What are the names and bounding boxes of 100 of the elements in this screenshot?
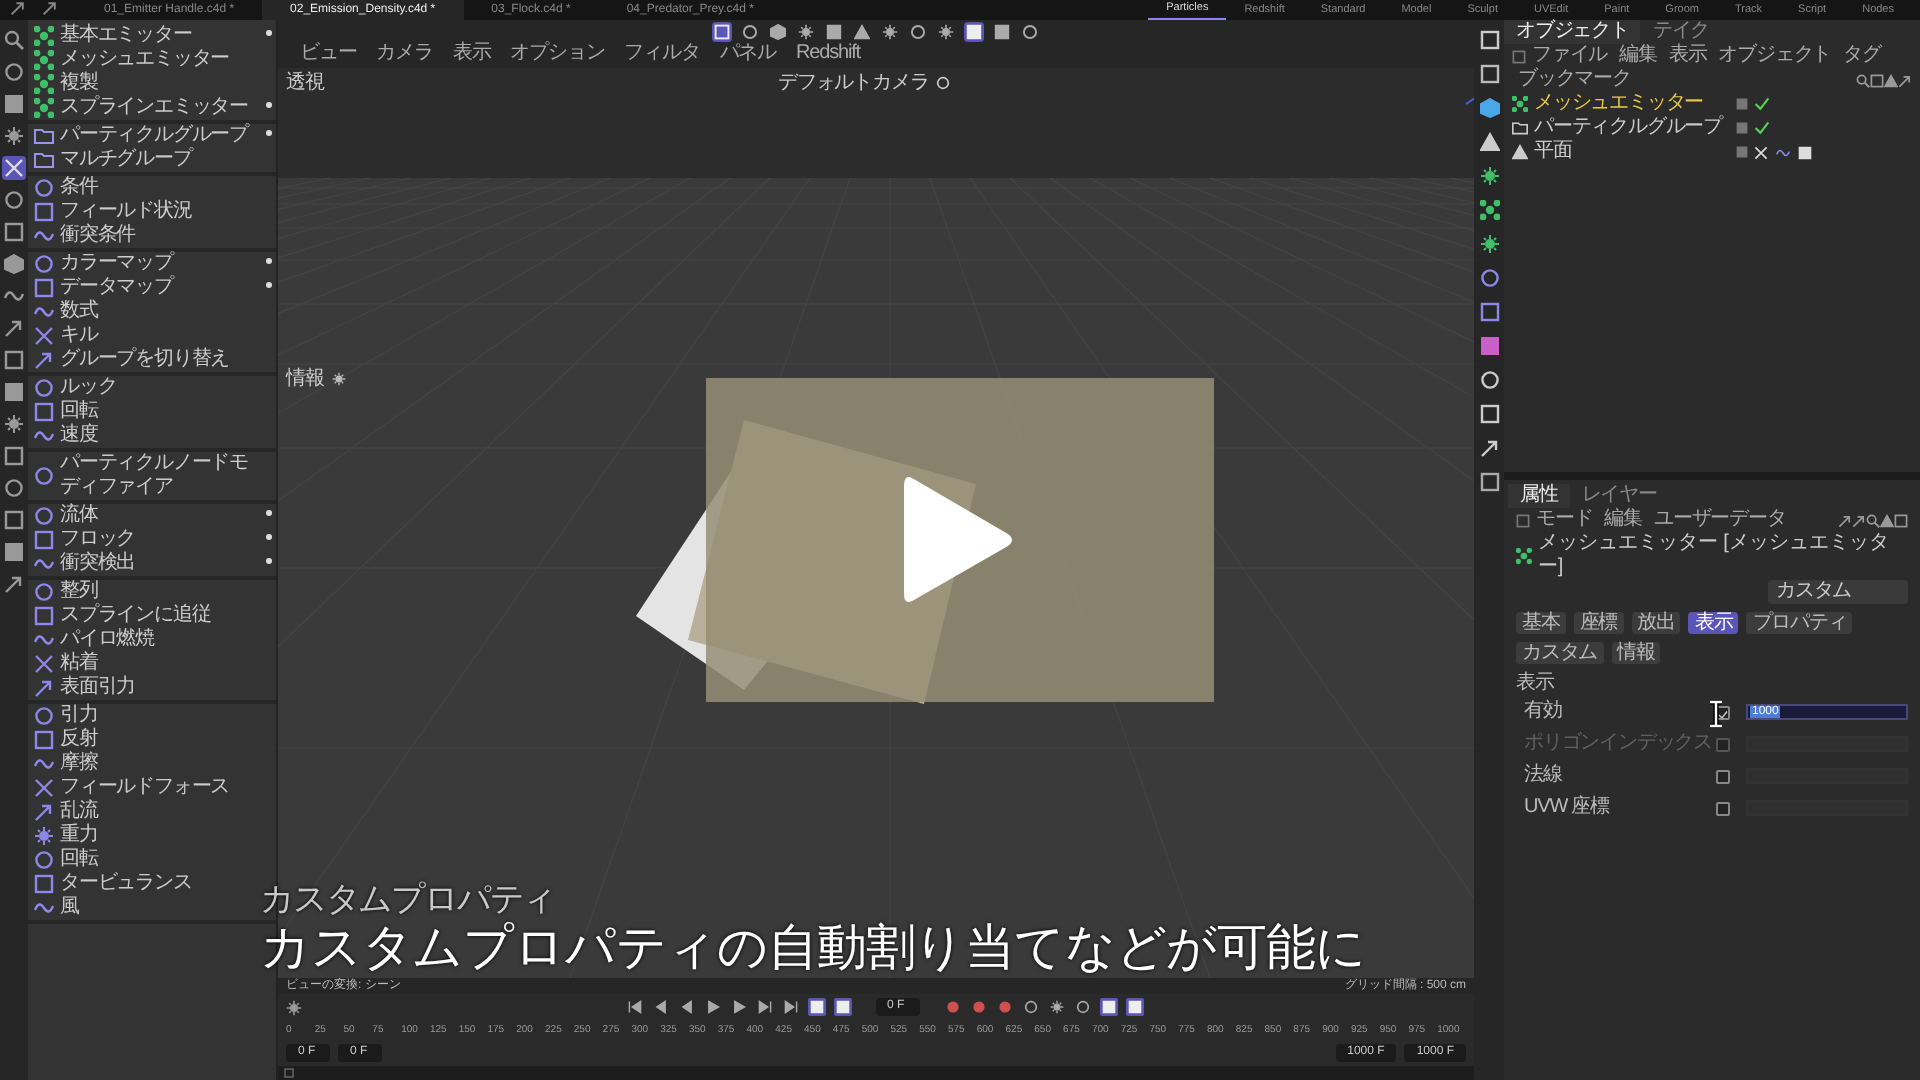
- tool-button[interactable]: [2, 412, 26, 436]
- menu-item[interactable]: 回転: [28, 848, 276, 872]
- key-button[interactable]: [1021, 998, 1039, 1016]
- menu-item[interactable]: データマップ: [28, 276, 276, 300]
- tool-button[interactable]: [2, 348, 26, 372]
- object-tool-button[interactable]: [1477, 368, 1501, 392]
- tool-button[interactable]: [2, 508, 26, 532]
- view-menu-item[interactable]: オプション: [500, 42, 615, 66]
- view-menu-item[interactable]: ビュー: [290, 42, 367, 66]
- panel-menu-item[interactable]: ユーザーデータ: [1648, 508, 1792, 532]
- menu-item[interactable]: ルック: [28, 376, 276, 400]
- page-tab[interactable]: 放出: [1631, 612, 1681, 634]
- checkbox[interactable]: [1716, 801, 1730, 815]
- object-name[interactable]: 平面: [1534, 140, 1730, 164]
- object-tool-button[interactable]: [1477, 62, 1501, 86]
- menu-item[interactable]: 反射: [28, 728, 276, 752]
- panel-tab[interactable]: レイヤー: [1569, 484, 1669, 508]
- panel-menu-item[interactable]: 編集: [1613, 44, 1663, 68]
- object-tool-button[interactable]: [1477, 470, 1501, 494]
- view-tool-button[interactable]: [908, 22, 928, 42]
- menu-item[interactable]: 複製: [28, 72, 276, 96]
- menu-item[interactable]: 摩擦: [28, 752, 276, 776]
- menu-item[interactable]: 粘着: [28, 652, 276, 676]
- view-menu-item[interactable]: カメラ: [366, 42, 443, 66]
- checkbox[interactable]: [1716, 769, 1730, 783]
- menu-item[interactable]: 数式: [28, 300, 276, 324]
- menu-item[interactable]: 引力: [28, 704, 276, 728]
- panel-menu-item[interactable]: ブックマーク: [1512, 68, 1637, 92]
- menu-item[interactable]: 速度: [28, 424, 276, 448]
- key-button[interactable]: [1047, 998, 1065, 1016]
- view-tool-button[interactable]: [880, 22, 900, 42]
- object-tool-button[interactable]: [1477, 28, 1501, 52]
- tool-button[interactable]: [2, 60, 26, 84]
- panel-menu-item[interactable]: オブジェクト: [1712, 44, 1838, 68]
- view-tool-button[interactable]: [740, 22, 760, 42]
- transport-button[interactable]: [729, 998, 747, 1016]
- menu-item[interactable]: 表面引力: [28, 676, 276, 700]
- play-button[interactable]: [706, 378, 1214, 702]
- transport-button[interactable]: [625, 998, 643, 1016]
- tool-button[interactable]: [2, 572, 26, 596]
- page-tab[interactable]: プロパティ: [1746, 612, 1853, 634]
- object-tool-button[interactable]: [1477, 164, 1501, 188]
- menu-item[interactable]: 基本エミッター: [28, 24, 276, 48]
- object-tool-button[interactable]: [1477, 266, 1501, 290]
- transport-button[interactable]: [677, 998, 695, 1016]
- view-menu-item[interactable]: 表示: [442, 42, 501, 66]
- menu-item[interactable]: キル: [28, 324, 276, 348]
- object-name[interactable]: パーティクルグループ: [1534, 116, 1730, 140]
- transport-button[interactable]: [703, 998, 721, 1016]
- panel-menu-item[interactable]: 編集: [1598, 508, 1649, 532]
- menu-item[interactable]: 重力: [28, 824, 276, 848]
- menu-item[interactable]: スプラインに追従: [28, 604, 276, 628]
- menu-item[interactable]: 乱流: [28, 800, 276, 824]
- menu-item[interactable]: グループを切り替え: [28, 348, 276, 372]
- panel-menu-item[interactable]: ファイル: [1526, 44, 1614, 68]
- tag-icons[interactable]: [1754, 145, 1812, 159]
- object-tool-button[interactable]: [1477, 402, 1501, 426]
- tool-button[interactable]: [2, 188, 26, 212]
- tool-button[interactable]: [2, 220, 26, 244]
- menu-item[interactable]: フィールドフォース: [28, 776, 276, 800]
- menu-item[interactable]: マルチグループ: [28, 148, 276, 172]
- key-button[interactable]: [1073, 998, 1091, 1016]
- menu-item[interactable]: フロック: [28, 528, 276, 552]
- tool-button[interactable]: [2, 252, 26, 276]
- page-tab[interactable]: 表示: [1688, 612, 1739, 634]
- menu-item[interactable]: パーティクルノードモディファイア: [28, 452, 276, 500]
- transport-button[interactable]: [755, 998, 773, 1016]
- view-menu-item[interactable]: Redshift: [786, 42, 870, 66]
- tool-button[interactable]: [2, 444, 26, 468]
- page-tab[interactable]: 基本: [1516, 612, 1566, 634]
- object-name[interactable]: メッシュエミッター: [1534, 92, 1730, 116]
- menu-item[interactable]: メッシュエミッター: [28, 48, 276, 72]
- menu-item[interactable]: 衝突条件: [28, 224, 276, 248]
- page-tab[interactable]: 座標: [1573, 612, 1624, 634]
- object-tool-button[interactable]: [1477, 436, 1501, 460]
- object-tool-button[interactable]: [1477, 96, 1501, 120]
- view-tool-button[interactable]: [936, 22, 956, 42]
- panel-menu-item[interactable]: 表示: [1662, 44, 1713, 68]
- object-tool-button[interactable]: [1477, 300, 1501, 324]
- transport-button[interactable]: [651, 998, 669, 1016]
- object-tool-button[interactable]: [1477, 198, 1501, 222]
- tool-button[interactable]: [2, 28, 26, 52]
- menu-item[interactable]: 流体: [28, 504, 276, 528]
- panel-tab[interactable]: オブジェクト: [1504, 20, 1641, 44]
- menu-item[interactable]: 衝突検出: [28, 552, 276, 576]
- page-tab[interactable]: カスタム: [1516, 642, 1604, 664]
- view-tool-button[interactable]: [1020, 22, 1040, 42]
- view-tool-button[interactable]: [796, 22, 816, 42]
- view-tool-button[interactable]: [768, 22, 788, 42]
- transport-button[interactable]: [781, 998, 799, 1016]
- object-tool-button[interactable]: [1477, 232, 1501, 256]
- preset-dropdown[interactable]: カスタム: [1768, 580, 1908, 604]
- tool-button[interactable]: [2, 316, 26, 340]
- menu-item[interactable]: 条件: [28, 176, 276, 200]
- tool-button[interactable]: [2, 124, 26, 148]
- menu-item[interactable]: パイロ燃焼: [28, 628, 276, 652]
- view-menu-item[interactable]: フィルタ: [614, 42, 710, 66]
- object-tool-button[interactable]: [1477, 130, 1501, 154]
- menu-item[interactable]: 回転: [28, 400, 276, 424]
- menu-item[interactable]: フィールド状況: [28, 200, 276, 224]
